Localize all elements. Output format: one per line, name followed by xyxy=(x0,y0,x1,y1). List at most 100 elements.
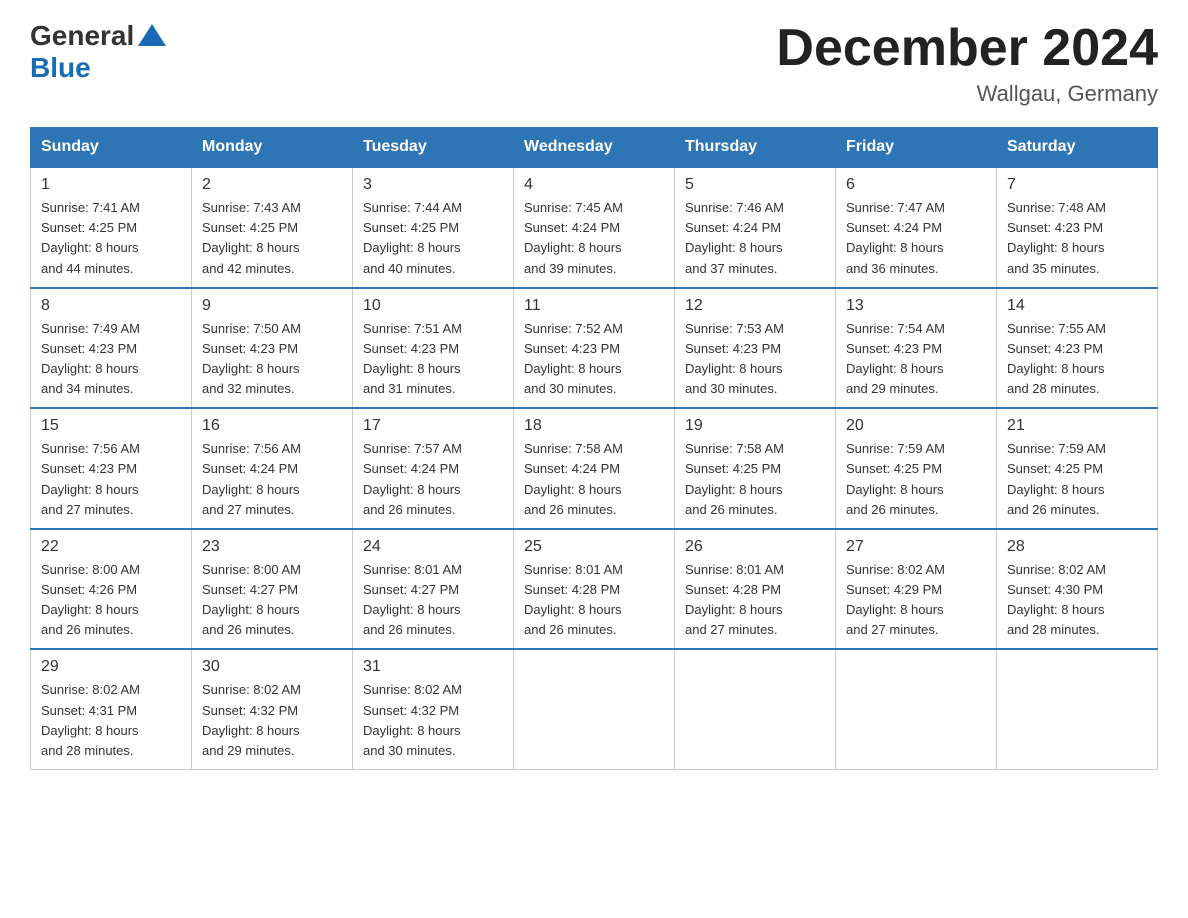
day-info: Sunrise: 7:43 AM Sunset: 4:25 PM Dayligh… xyxy=(202,198,342,279)
calendar-cell: 14 Sunrise: 7:55 AM Sunset: 4:23 PM Dayli… xyxy=(997,288,1158,409)
day-info: Sunrise: 7:59 AM Sunset: 4:25 PM Dayligh… xyxy=(1007,439,1147,520)
day-info: Sunrise: 8:00 AM Sunset: 4:26 PM Dayligh… xyxy=(41,560,181,641)
day-number: 12 xyxy=(685,297,825,315)
day-number: 6 xyxy=(846,176,986,194)
day-info: Sunrise: 8:01 AM Sunset: 4:28 PM Dayligh… xyxy=(685,560,825,641)
calendar-cell: 15 Sunrise: 7:56 AM Sunset: 4:23 PM Dayli… xyxy=(31,408,192,529)
logo-icon: General Blue xyxy=(30,20,166,84)
day-number: 29 xyxy=(41,658,181,676)
calendar-cell: 30 Sunrise: 8:02 AM Sunset: 4:32 PM Dayli… xyxy=(192,649,353,769)
day-info: Sunrise: 8:00 AM Sunset: 4:27 PM Dayligh… xyxy=(202,560,342,641)
day-number: 27 xyxy=(846,538,986,556)
day-info: Sunrise: 7:51 AM Sunset: 4:23 PM Dayligh… xyxy=(363,319,503,400)
day-number: 1 xyxy=(41,176,181,194)
calendar-cell: 3 Sunrise: 7:44 AM Sunset: 4:25 PM Daylig… xyxy=(353,167,514,288)
calendar-cell: 26Sunrise: 8:01 AM Sunset: 4:28 PM Dayli… xyxy=(675,529,836,650)
calendar-cell: 13 Sunrise: 7:54 AM Sunset: 4:23 PM Dayli… xyxy=(836,288,997,409)
calendar-cell: 16Sunrise: 7:56 AM Sunset: 4:24 PM Dayli… xyxy=(192,408,353,529)
calendar-cell xyxy=(514,649,675,769)
logo-triangle-icon xyxy=(138,24,166,46)
calendar-cell: 10Sunrise: 7:51 AM Sunset: 4:23 PM Dayli… xyxy=(353,288,514,409)
day-info: Sunrise: 7:54 AM Sunset: 4:23 PM Dayligh… xyxy=(846,319,986,400)
calendar-body: 1 Sunrise: 7:41 AM Sunset: 4:25 PM Daylig… xyxy=(31,167,1158,769)
calendar-cell: 24 Sunrise: 8:01 AM Sunset: 4:27 PM Dayli… xyxy=(353,529,514,650)
day-number: 22 xyxy=(41,538,181,556)
day-info: Sunrise: 7:47 AM Sunset: 4:24 PM Dayligh… xyxy=(846,198,986,279)
day-number: 7 xyxy=(1007,176,1147,194)
calendar-cell: 12Sunrise: 7:53 AM Sunset: 4:23 PM Dayli… xyxy=(675,288,836,409)
day-number: 16 xyxy=(202,417,342,435)
calendar-cell xyxy=(836,649,997,769)
week-row-1: 1 Sunrise: 7:41 AM Sunset: 4:25 PM Daylig… xyxy=(31,167,1158,288)
calendar-cell: 29 Sunrise: 8:02 AM Sunset: 4:31 PM Dayli… xyxy=(31,649,192,769)
week-row-5: 29 Sunrise: 8:02 AM Sunset: 4:31 PM Dayli… xyxy=(31,649,1158,769)
calendar-cell: 9Sunrise: 7:50 AM Sunset: 4:23 PM Daylig… xyxy=(192,288,353,409)
logo: General Blue xyxy=(30,20,166,84)
calendar-cell: 4Sunrise: 7:45 AM Sunset: 4:24 PM Daylig… xyxy=(514,167,675,288)
day-number: 8 xyxy=(41,297,181,315)
day-info: Sunrise: 8:02 AM Sunset: 4:32 PM Dayligh… xyxy=(363,680,503,761)
logo-blue-text: Blue xyxy=(30,52,91,84)
day-info: Sunrise: 8:01 AM Sunset: 4:27 PM Dayligh… xyxy=(363,560,503,641)
day-number: 31 xyxy=(363,658,503,676)
header-cell-friday: Friday xyxy=(836,128,997,168)
logo-row1: General xyxy=(30,20,166,52)
logo-row2: Blue xyxy=(30,52,91,84)
day-info: Sunrise: 8:02 AM Sunset: 4:32 PM Dayligh… xyxy=(202,680,342,761)
calendar-cell: 6 Sunrise: 7:47 AM Sunset: 4:24 PM Daylig… xyxy=(836,167,997,288)
calendar-cell: 25 Sunrise: 8:01 AM Sunset: 4:28 PM Dayli… xyxy=(514,529,675,650)
day-number: 15 xyxy=(41,417,181,435)
day-info: Sunrise: 7:55 AM Sunset: 4:23 PM Dayligh… xyxy=(1007,319,1147,400)
week-row-3: 15 Sunrise: 7:56 AM Sunset: 4:23 PM Dayli… xyxy=(31,408,1158,529)
day-number: 28 xyxy=(1007,538,1147,556)
week-row-2: 8 Sunrise: 7:49 AM Sunset: 4:23 PM Daylig… xyxy=(31,288,1158,409)
calendar-cell: 19Sunrise: 7:58 AM Sunset: 4:25 PM Dayli… xyxy=(675,408,836,529)
calendar-cell: 21 Sunrise: 7:59 AM Sunset: 4:25 PM Dayli… xyxy=(997,408,1158,529)
day-info: Sunrise: 7:56 AM Sunset: 4:23 PM Dayligh… xyxy=(41,439,181,520)
day-number: 18 xyxy=(524,417,664,435)
day-number: 11 xyxy=(524,297,664,315)
calendar-cell: 2Sunrise: 7:43 AM Sunset: 4:25 PM Daylig… xyxy=(192,167,353,288)
header-cell-wednesday: Wednesday xyxy=(514,128,675,168)
day-number: 3 xyxy=(363,176,503,194)
calendar-cell: 17 Sunrise: 7:57 AM Sunset: 4:24 PM Dayli… xyxy=(353,408,514,529)
header-cell-sunday: Sunday xyxy=(31,128,192,168)
day-number: 9 xyxy=(202,297,342,315)
calendar-cell: 28 Sunrise: 8:02 AM Sunset: 4:30 PM Dayli… xyxy=(997,529,1158,650)
day-number: 5 xyxy=(685,176,825,194)
calendar-cell xyxy=(997,649,1158,769)
calendar-cell: 5Sunrise: 7:46 AM Sunset: 4:24 PM Daylig… xyxy=(675,167,836,288)
calendar-cell: 27 Sunrise: 8:02 AM Sunset: 4:29 PM Dayli… xyxy=(836,529,997,650)
day-number: 24 xyxy=(363,538,503,556)
logo-general-text: General xyxy=(30,20,134,52)
day-info: Sunrise: 8:02 AM Sunset: 4:30 PM Dayligh… xyxy=(1007,560,1147,641)
calendar-cell: 18Sunrise: 7:58 AM Sunset: 4:24 PM Dayli… xyxy=(514,408,675,529)
day-info: Sunrise: 8:02 AM Sunset: 4:31 PM Dayligh… xyxy=(41,680,181,761)
day-number: 17 xyxy=(363,417,503,435)
location-subtitle: Wallgau, Germany xyxy=(776,81,1158,107)
calendar-cell xyxy=(675,649,836,769)
page-title: December 2024 xyxy=(776,20,1158,77)
title-block: December 2024 Wallgau, Germany xyxy=(776,20,1158,107)
day-number: 25 xyxy=(524,538,664,556)
calendar-cell: 20Sunrise: 7:59 AM Sunset: 4:25 PM Dayli… xyxy=(836,408,997,529)
day-number: 30 xyxy=(202,658,342,676)
day-info: Sunrise: 7:57 AM Sunset: 4:24 PM Dayligh… xyxy=(363,439,503,520)
day-number: 21 xyxy=(1007,417,1147,435)
day-info: Sunrise: 7:41 AM Sunset: 4:25 PM Dayligh… xyxy=(41,198,181,279)
day-number: 19 xyxy=(685,417,825,435)
calendar-cell: 23Sunrise: 8:00 AM Sunset: 4:27 PM Dayli… xyxy=(192,529,353,650)
day-info: Sunrise: 7:44 AM Sunset: 4:25 PM Dayligh… xyxy=(363,198,503,279)
day-info: Sunrise: 7:45 AM Sunset: 4:24 PM Dayligh… xyxy=(524,198,664,279)
header-cell-monday: Monday xyxy=(192,128,353,168)
header-cell-tuesday: Tuesday xyxy=(353,128,514,168)
calendar-cell: 7Sunrise: 7:48 AM Sunset: 4:23 PM Daylig… xyxy=(997,167,1158,288)
day-info: Sunrise: 7:49 AM Sunset: 4:23 PM Dayligh… xyxy=(41,319,181,400)
page-header: General Blue December 2024 Wallgau, Germ… xyxy=(30,20,1158,107)
calendar-header: SundayMondayTuesdayWednesdayThursdayFrid… xyxy=(31,128,1158,168)
day-info: Sunrise: 8:01 AM Sunset: 4:28 PM Dayligh… xyxy=(524,560,664,641)
calendar-cell: 22 Sunrise: 8:00 AM Sunset: 4:26 PM Dayli… xyxy=(31,529,192,650)
day-number: 14 xyxy=(1007,297,1147,315)
day-info: Sunrise: 8:02 AM Sunset: 4:29 PM Dayligh… xyxy=(846,560,986,641)
day-number: 13 xyxy=(846,297,986,315)
